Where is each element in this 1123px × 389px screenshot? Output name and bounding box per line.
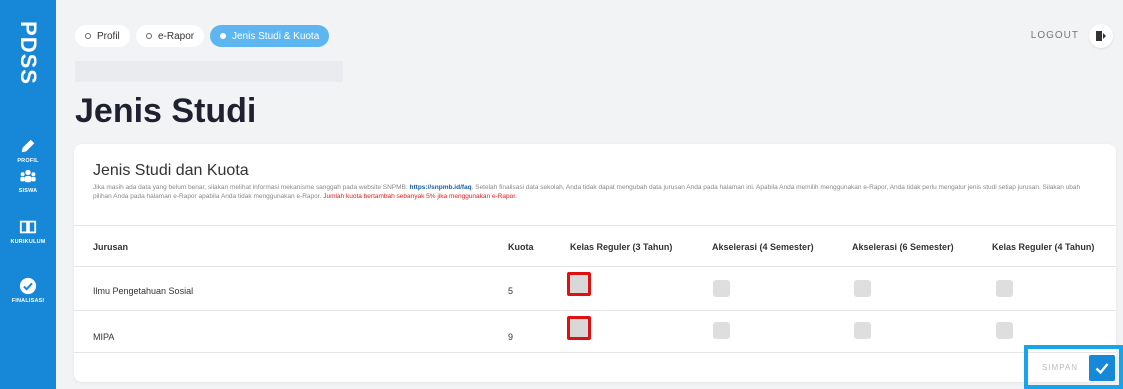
logout-link[interactable]: LOGOUT — [1031, 30, 1079, 41]
divider — [74, 266, 1116, 267]
divider — [74, 225, 1116, 226]
sidebar-item-label: SISWA — [18, 188, 38, 194]
sidebar-item-siswa[interactable]: SISWA — [0, 167, 56, 194]
radio-dot-icon — [146, 33, 152, 39]
column-header-jurusan: Jurusan — [93, 242, 129, 252]
column-header-kelas-reguler-4: Kelas Reguler (4 Tahun) — [992, 242, 1095, 252]
tab-profil[interactable]: Profil — [75, 25, 130, 47]
jenis-studi-card: Jenis Studi dan Kuota Jika masih ada dat… — [74, 144, 1116, 382]
checkbox-kelas-reguler-3[interactable] — [567, 272, 591, 296]
card-title: Jenis Studi dan Kuota — [93, 162, 249, 179]
radio-dot-icon — [85, 33, 91, 39]
check-circle-icon — [19, 277, 37, 295]
row-kuota: 9 — [508, 332, 514, 342]
column-header-akselerasi-4: Akselerasi (4 Semester) — [712, 242, 814, 252]
column-header-kuota: Kuota — [508, 242, 534, 252]
users-icon — [20, 169, 36, 183]
pencil-icon — [21, 139, 35, 153]
sidebar: PDSS PROFIL SISWA KURIKULUM FINALISASI — [0, 0, 56, 389]
tab-label: Profil — [97, 30, 120, 42]
book-icon — [19, 220, 37, 234]
brand-logo[interactable]: PDSS — [14, 18, 42, 88]
checkbox-akselerasi-6[interactable] — [854, 280, 871, 297]
checkbox-akselerasi-6[interactable] — [854, 322, 871, 339]
card-description: Jika masih ada data yang belum benar, si… — [93, 183, 1093, 201]
desc-text: Jika masih ada data yang belum benar, si… — [93, 184, 410, 191]
breadcrumb-placeholder — [75, 61, 343, 82]
check-icon — [1095, 363, 1109, 375]
checkbox-kelas-reguler-4[interactable] — [996, 280, 1013, 297]
brand-text: PDSS — [16, 21, 41, 85]
snpmb-faq-link[interactable]: https://snpmb.id/faq — [410, 184, 472, 191]
tab-jenis-studi-kuota[interactable]: Jenis Studi & Kuota — [210, 25, 330, 47]
sidebar-item-label: KURIKULUM — [10, 239, 46, 245]
logout-button[interactable] — [1089, 24, 1113, 48]
row-jurusan: Ilmu Pengetahuan Sosial — [93, 286, 194, 296]
row-kuota: 5 — [508, 286, 514, 296]
sidebar-item-finalisasi[interactable]: FINALISASI — [0, 277, 56, 304]
checkbox-kelas-reguler-3[interactable] — [567, 316, 591, 340]
save-area-highlight: SIMPAN — [1024, 345, 1123, 389]
checkbox-akselerasi-4[interactable] — [713, 322, 730, 339]
page-title: Jenis Studi — [75, 92, 257, 130]
checkbox-kelas-reguler-4[interactable] — [996, 322, 1013, 339]
logout-icon — [1096, 31, 1106, 41]
sidebar-item-label: PROFIL — [17, 158, 39, 164]
tab-e-rapor[interactable]: e-Rapor — [136, 25, 205, 47]
save-label[interactable]: SIMPAN — [1042, 363, 1078, 372]
column-header-kelas-reguler-3: Kelas Reguler (3 Tahun) — [570, 242, 673, 252]
radio-dot-icon — [220, 33, 226, 39]
checkbox-akselerasi-4[interactable] — [713, 280, 730, 297]
sidebar-item-label: FINALISASI — [11, 298, 45, 304]
tab-label: e-Rapor — [158, 30, 195, 42]
divider — [74, 310, 1116, 311]
sidebar-item-profil[interactable]: PROFIL — [0, 137, 56, 164]
quota-warning: Jumlah kuota bertambah sebanyak 5% jika … — [323, 193, 517, 200]
tab-label: Jenis Studi & Kuota — [232, 30, 320, 42]
divider — [74, 352, 1116, 353]
sidebar-item-kurikulum[interactable]: KURIKULUM — [0, 218, 56, 245]
row-jurusan: MIPA — [93, 332, 115, 342]
column-header-akselerasi-6: Akselerasi (6 Semester) — [852, 242, 954, 252]
save-button[interactable] — [1089, 355, 1115, 381]
